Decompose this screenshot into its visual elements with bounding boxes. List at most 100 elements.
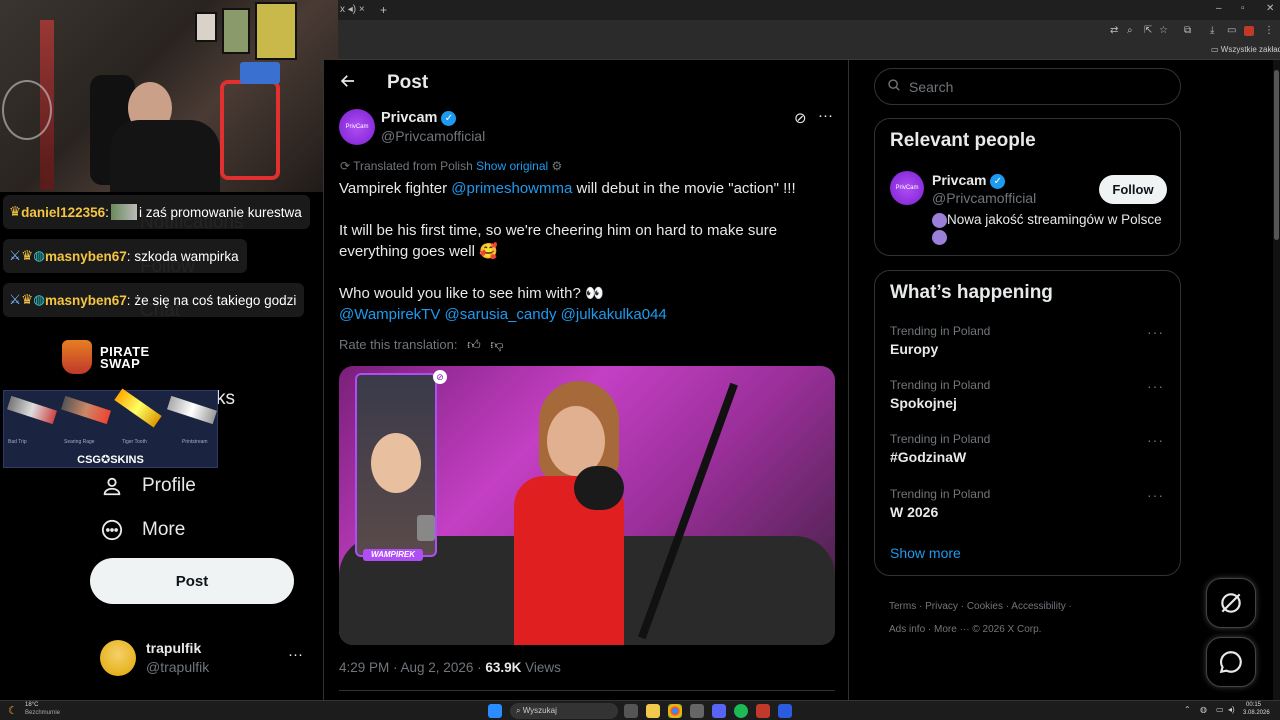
network-icon[interactable]: ▭	[1216, 705, 1224, 714]
start-icon[interactable]	[488, 704, 502, 718]
trend-item[interactable]: Trending in Poland W 2026 ···	[890, 487, 1170, 520]
post-detail-column: Post PrivCam Privcam ✓ @Privcamofficial …	[323, 60, 849, 700]
browser-menu-icon[interactable]: ⋮	[1264, 25, 1274, 36]
address-bar[interactable]: ⇄ ⌕ ⇱ ☆ ⧉ ⤓ ▭ ⋮	[338, 20, 1280, 42]
bookmarks-folder[interactable]: ▭ Wszystkie zakładki	[1211, 45, 1280, 54]
sword-icon: ⚔	[9, 248, 22, 263]
chat-message: ⚔ ♛ ◍ masnyben67: szkoda wampirka	[3, 239, 247, 273]
author-name-row[interactable]: Privcam ✓	[381, 110, 457, 126]
search-icon	[887, 78, 901, 95]
tray-app-icon[interactable]: ◍	[1200, 705, 1207, 714]
nav-more[interactable]: More	[100, 518, 185, 542]
pirateswap-logo: PIRATE SWAP	[62, 338, 182, 378]
show-more-link[interactable]: Show more	[890, 545, 961, 561]
account-switcher[interactable]: trapulfik @trapulfik ···	[90, 632, 314, 684]
share-icon[interactable]: ⇱	[1144, 25, 1152, 36]
emoji-icon	[932, 212, 947, 228]
crown-icon: ♛	[21, 248, 34, 263]
browser-tab-bar: x ◂) × + – ▫ ✕	[338, 0, 1280, 20]
volume-icon[interactable]: ◂)	[1228, 705, 1235, 714]
settings-gear-icon[interactable]: ⚙	[552, 159, 563, 173]
download-icon[interactable]: ⤓	[1210, 25, 1214, 36]
minimize-icon[interactable]: –	[1216, 3, 1222, 14]
person-handle[interactable]: @Privcamofficial	[932, 190, 1036, 206]
discord-icon[interactable]	[712, 704, 726, 718]
compose-post-button[interactable]: Post	[90, 558, 294, 604]
trend-more-icon[interactable]: ···	[1147, 324, 1164, 340]
messages-fab[interactable]	[1206, 637, 1256, 687]
tab-audio-icon[interactable]: x ◂) ×	[340, 4, 365, 15]
scrollbar-thumb[interactable]	[1274, 70, 1279, 240]
extensions-icon[interactable]: ⧉	[1184, 25, 1191, 36]
page-title: Post	[387, 72, 429, 93]
tray-chevron-icon[interactable]: ⌃	[1184, 705, 1191, 714]
bookmark-star-icon[interactable]: ☆	[1159, 25, 1168, 36]
weather-icon: ☾	[8, 705, 18, 717]
chat-message: ⚔ ♛ ◍ masnyben67: że się na coś takiego go…	[3, 283, 305, 317]
nav-profile-label: Profile	[142, 475, 196, 496]
app-icon[interactable]	[756, 704, 770, 718]
mention-link[interactable]: @primeshowmma	[451, 180, 572, 197]
trend-more-icon[interactable]: ···	[1147, 432, 1164, 448]
new-tab-icon[interactable]: +	[380, 3, 387, 17]
post-text: Vampirek fighter @primeshowmma will debu…	[339, 178, 829, 325]
trend-item[interactable]: Trending in Poland Europy ···	[890, 324, 1170, 357]
app-icon[interactable]	[690, 704, 704, 718]
trend-item[interactable]: Trending in Poland #GodzinaW ···	[890, 432, 1170, 465]
nav-profile[interactable]: Profile	[100, 474, 196, 498]
grok-fab[interactable]	[1206, 578, 1256, 628]
file-explorer-icon[interactable]	[646, 704, 660, 718]
taskbar-search[interactable]: ⌕ Wyszukaj	[510, 703, 618, 719]
back-arrow-icon[interactable]	[339, 72, 357, 96]
close-window-icon[interactable]: ✕	[1266, 3, 1274, 14]
card-title: Relevant people	[890, 130, 1036, 151]
author-avatar[interactable]: PrivCam	[339, 109, 375, 145]
grok-icon[interactable]: ⊘	[794, 109, 807, 127]
avatar	[100, 640, 136, 676]
author-handle[interactable]: @Privcamofficial	[381, 128, 485, 144]
follow-button[interactable]: Follow	[1099, 175, 1167, 204]
app-icon[interactable]	[778, 704, 792, 718]
thumbs-down-icon[interactable]: 👎︎	[490, 337, 503, 352]
person-name[interactable]: Privcam ✓	[932, 172, 1006, 189]
emoji-icon	[932, 230, 947, 245]
profile-extension-icon[interactable]	[1244, 26, 1254, 36]
screenshot-icon[interactable]: ▭	[1227, 25, 1236, 36]
zoom-icon[interactable]: ⌕	[1127, 25, 1133, 36]
translate-icon: ⟳	[340, 159, 354, 173]
emote-image	[110, 204, 137, 220]
post-media-image[interactable]: WAMPIREK ⊘	[339, 366, 835, 645]
spotify-icon[interactable]	[734, 704, 748, 718]
scrollbar[interactable]	[1273, 60, 1280, 700]
chrome-icon[interactable]	[668, 704, 682, 718]
globe-icon: ◍	[33, 292, 45, 307]
relevant-people-card: Relevant people PrivCam Privcam ✓ @Privc…	[874, 118, 1181, 256]
post-more-icon[interactable]: ···	[818, 107, 833, 124]
rate-translation: Rate this translation: 👍︎ 👎︎	[339, 337, 504, 352]
translate-icon[interactable]: ⇄	[1110, 25, 1118, 36]
bookmarks-bar: ▭ Wszystkie zakładki	[338, 42, 1280, 60]
post-meta: 4:29 PM · Aug 2, 2026 · 63.9K Views	[339, 660, 561, 675]
verified-badge-icon: ✓	[441, 110, 457, 126]
verified-badge-icon: ✓	[990, 173, 1006, 189]
crown-icon: ♛	[21, 292, 34, 307]
account-menu-icon[interactable]: ···	[288, 646, 303, 663]
nav-bookmarks-partial[interactable]: ks	[216, 388, 235, 410]
grok-icon	[1221, 593, 1241, 613]
mention-links[interactable]: @WampirekTV @sarusia_candy @julkakulka04…	[339, 304, 829, 325]
thumbs-up-icon[interactable]: 👍︎	[467, 337, 481, 352]
account-name: trapulfik	[146, 640, 202, 656]
whats-happening-card: What’s happening Trending in Poland Euro…	[874, 270, 1181, 576]
show-original-link[interactable]: Show original	[476, 159, 548, 173]
trend-item[interactable]: Trending in Poland Spokojnej ···	[890, 378, 1170, 411]
avatar[interactable]: PrivCam	[890, 171, 924, 205]
streamer-webcam	[0, 0, 338, 192]
chat-message: ♛ daniel122356: i zaś promowanie kurestw…	[3, 195, 310, 229]
trend-more-icon[interactable]: ···	[1147, 378, 1164, 394]
trend-more-icon[interactable]: ···	[1147, 487, 1164, 503]
search-input[interactable]: Search	[874, 68, 1181, 105]
task-view-icon[interactable]	[624, 704, 638, 718]
maximize-icon[interactable]: ▫	[1241, 3, 1245, 14]
sword-icon: ⚔	[9, 292, 22, 307]
skin-image	[7, 395, 57, 425]
